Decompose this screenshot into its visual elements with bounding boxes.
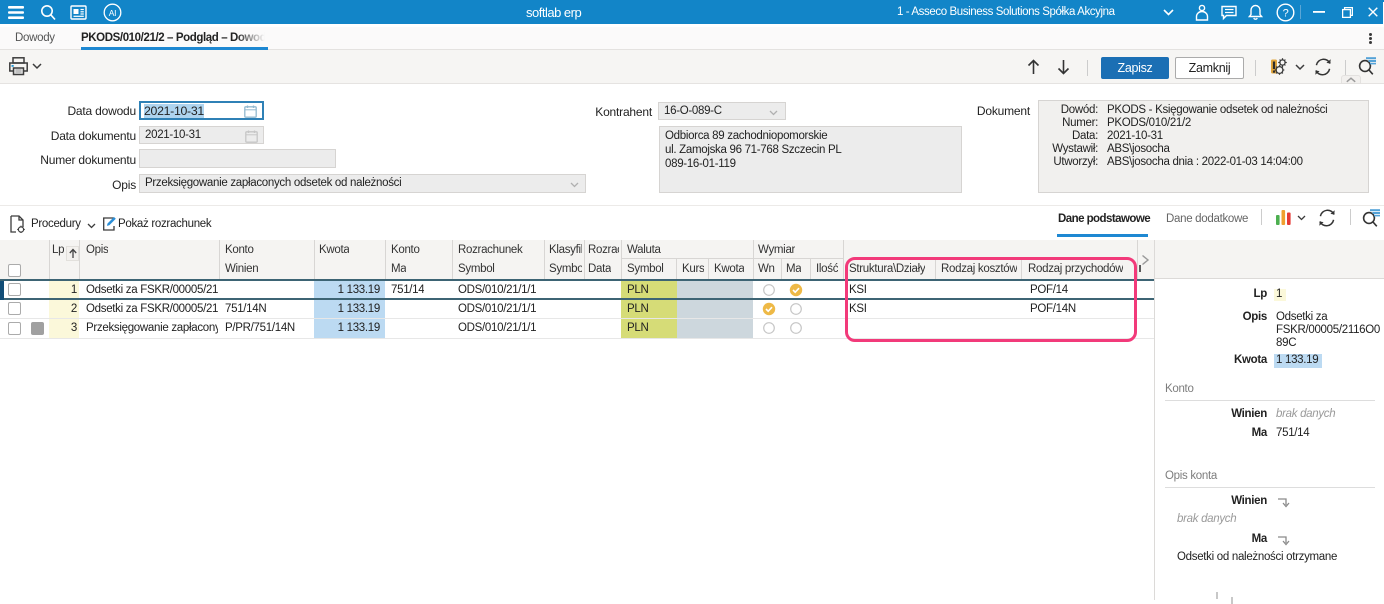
svg-text:?: ? <box>1283 8 1289 20</box>
svg-text:AI: AI <box>109 8 116 18</box>
